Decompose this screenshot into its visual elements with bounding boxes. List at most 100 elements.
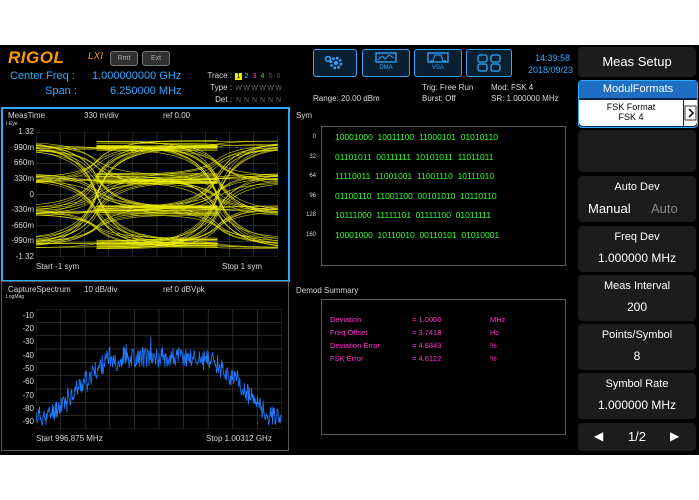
type-6: W — [275, 85, 282, 92]
freq-dev-label: Freq Dev — [614, 231, 660, 243]
spectrum-ytick: -80 — [22, 404, 34, 413]
trace-2[interactable]: 2 — [243, 73, 250, 80]
demod-unit: % — [490, 341, 497, 350]
type-1: W — [235, 85, 242, 92]
eye-ytick: -660m — [11, 220, 34, 230]
meas-interval-value: 200 — [626, 300, 648, 314]
spectrum-scale: 10 dB/div — [84, 285, 118, 294]
auto-dev-key[interactable]: Auto Dev Manual Auto — [578, 176, 696, 222]
settings-button[interactable] — [313, 49, 357, 77]
type-2: W — [243, 85, 250, 92]
fsk-format-label: FSK Format — [606, 102, 656, 112]
manual-option[interactable]: Manual — [588, 201, 631, 216]
type-4: W — [259, 85, 266, 92]
trace-6[interactable]: 6 — [275, 73, 282, 80]
menu-title-box: Meas Setup — [578, 47, 696, 77]
sym-row-bits: 10001000 10110010 00110101 01010001 — [335, 229, 500, 240]
dma-button[interactable]: DMA — [362, 49, 410, 77]
eye-plot — [36, 132, 278, 257]
spectrum-ytick: -30 — [22, 337, 34, 347]
demod-name: Deviation Error — [330, 341, 381, 350]
freq-dev-value: 1.000000 MHz — [597, 251, 677, 265]
trace-3[interactable]: 3 — [251, 73, 258, 80]
demod-unit: MHz — [490, 315, 506, 324]
empty-key-1[interactable] — [578, 130, 696, 172]
sym-title: Sym — [296, 111, 312, 120]
freq-dev-key[interactable]: Freq Dev 1.000000 MHz — [578, 226, 696, 272]
chevron-right-icon — [684, 105, 697, 121]
dma-label: DMA — [379, 65, 393, 71]
symbol-rate-value: 1.000000 MHz — [597, 398, 677, 412]
auto-option[interactable]: Auto — [651, 201, 678, 216]
demod-value: = 4.6122 — [412, 354, 442, 363]
remote-indicator: Rmt — [110, 51, 138, 66]
lxi-logo: LXI — [88, 51, 104, 62]
demod-value: = 3.7418 — [412, 328, 442, 337]
submenu-arrow-button[interactable] — [684, 100, 697, 126]
clock-time: 14:39:58 — [534, 53, 570, 63]
meas-interval-label: Meas Interval — [603, 280, 671, 292]
gear-icon — [324, 53, 346, 78]
points-symbol-key[interactable]: Points/Symbol 8 — [578, 324, 696, 370]
spectrum-ytick: -40 — [22, 350, 34, 360]
monitor-icon — [375, 52, 397, 63]
fsk-format-box[interactable]: FSK Format FSK 4 — [579, 100, 683, 126]
menu-title: Meas Setup — [602, 54, 672, 69]
det-4: N — [259, 97, 266, 104]
eye-ytick: 990m — [13, 142, 34, 152]
external-indicator: Ext — [142, 51, 170, 66]
trace-1[interactable]: 1 — [235, 73, 242, 80]
spectrum-unit: LogMag — [6, 294, 25, 300]
burst-readout: Burst: Off — [422, 94, 456, 103]
waveform-icon — [427, 52, 449, 63]
sym-row-bits: 01101011 00111111 10101011 11011011 — [335, 151, 494, 162]
sym-row-bits: 01100110 11001100 00101010 10110110 — [335, 190, 497, 201]
page-next-icon[interactable]: ▶ — [670, 429, 679, 443]
center-freq-value[interactable]: 1.000000000 GHz — [92, 70, 181, 82]
trace-numbers[interactable]: 123456 — [235, 71, 283, 80]
eye-start: Start -1 sym — [36, 262, 80, 271]
eye-trace — [96, 149, 278, 245]
spectrum-ytick: -60 — [22, 377, 34, 387]
sym-row-bits: 10111000 11111101 01111100 01011111 — [335, 210, 491, 220]
eye-trace — [36, 175, 218, 177]
span-value[interactable]: 6.250000 MHz — [110, 85, 182, 97]
symbol-rate-label: Symbol Rate — [605, 378, 669, 390]
vsa-label: VSA — [431, 65, 444, 71]
eye-title: MeasTime — [8, 111, 46, 120]
eye-ref: ref 0.00 — [163, 111, 191, 120]
range-readout: Range: 20.00 dBm — [313, 94, 380, 103]
modul-formats-key[interactable]: ModulFormats FSK Format FSK 4 — [578, 80, 698, 128]
layout-button[interactable] — [466, 49, 512, 77]
eye-ytick: 660m — [13, 158, 34, 168]
fsk-format-value: FSK 4 — [618, 112, 644, 122]
det-2: N — [243, 97, 250, 104]
center-freq-label: Center Freq : — [10, 70, 75, 82]
clock-date: 2018/09/23 — [527, 65, 573, 75]
rigol-logo: RIGOL — [8, 48, 65, 67]
span-label: Span : — [45, 85, 77, 97]
symbol-rate-key[interactable]: Symbol Rate 1.000000 MHz — [578, 373, 696, 419]
demod-name: FSK Error — [330, 354, 364, 363]
spectrum-stop: Stop 1.00312 GHz — [206, 434, 272, 443]
points-symbol-label: Points/Symbol — [601, 329, 673, 341]
demod-name: Deviation — [330, 315, 362, 324]
det-label: Det : — [215, 95, 232, 104]
type-5: W — [267, 85, 274, 92]
sym-row-bits: 11110011 11001001 11001110 10111010 — [335, 171, 495, 181]
eye-ytick: -990m — [11, 236, 34, 246]
eye-stop: Stop 1 sym — [222, 262, 263, 271]
spectrum-ytick: -20 — [22, 324, 34, 333]
eye-scale: 330 m/div — [84, 111, 119, 120]
demod-title: Demod Summary — [296, 286, 359, 295]
demod-value: = 4.5843 — [412, 341, 442, 350]
grid-layout-icon — [477, 54, 501, 72]
trace-4[interactable]: 4 — [259, 73, 266, 80]
trigger-readout: Trig: Free Run — [422, 83, 474, 92]
trace-5[interactable]: 5 — [267, 73, 274, 80]
type-label: Type : — [210, 83, 232, 92]
meas-interval-key[interactable]: Meas Interval 200 — [578, 275, 696, 321]
vsa-button[interactable]: VSA — [414, 49, 462, 77]
spectrum-ytick: -50 — [22, 364, 34, 373]
symbol-rate-readout: SR: 1.000000 MHz — [491, 94, 559, 103]
